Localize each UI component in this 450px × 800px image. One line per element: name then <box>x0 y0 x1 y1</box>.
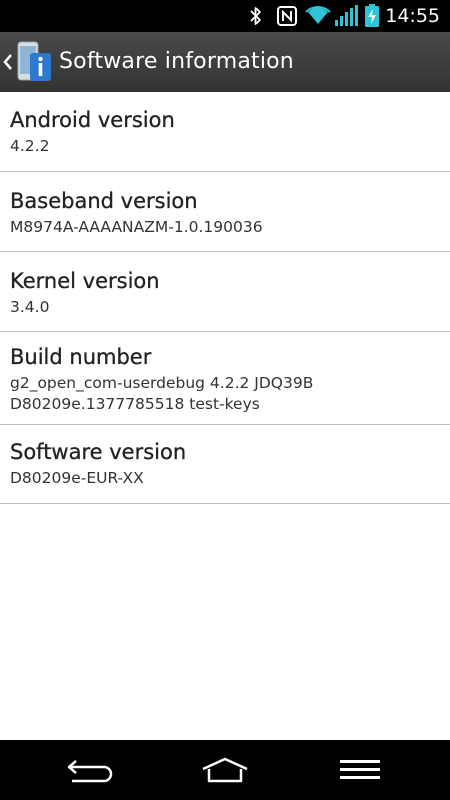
phone-info-icon <box>17 41 51 81</box>
item-value: M8974A-AAAANAZM-1.0.190036 <box>10 218 263 236</box>
home-icon <box>202 757 248 783</box>
status-time: 14:55 <box>385 5 440 27</box>
info-list: Android version 4.2.2 Baseband version M… <box>0 92 450 504</box>
wifi-icon <box>305 6 331 25</box>
bluetooth-icon <box>250 7 261 25</box>
item-title: Software version <box>10 440 187 464</box>
item-value: g2_open_com-userdebug 4.2.2 JDQ39B D8020… <box>10 374 314 413</box>
screen: 14:55 Software information Android versi… <box>0 0 450 800</box>
item-title: Baseband version <box>10 189 198 213</box>
item-title: Android version <box>10 108 175 132</box>
list-item-baseband-version[interactable]: Baseband version M8974A-AAAANAZM-1.0.190… <box>0 172 450 252</box>
action-bar: Software information <box>0 32 450 92</box>
item-value: 3.4.0 <box>10 298 50 316</box>
battery-charging-icon <box>365 4 379 27</box>
nfc-icon <box>277 6 297 26</box>
menu-icon <box>340 760 380 779</box>
signal-icon <box>335 5 358 26</box>
nav-back-button[interactable] <box>15 740 165 800</box>
list-item-build-number[interactable]: Build number g2_open_com-userdebug 4.2.2… <box>0 332 450 425</box>
list-item-android-version[interactable]: Android version 4.2.2 <box>0 92 450 172</box>
item-value: 4.2.2 <box>10 137 50 155</box>
item-value: D80209e-EUR-XX <box>10 469 144 487</box>
status-bar: 14:55 <box>0 0 450 32</box>
navigation-bar <box>0 740 450 800</box>
item-title: Kernel version <box>10 269 160 293</box>
page-title: Software information <box>59 49 294 74</box>
back-icon <box>67 760 113 783</box>
chevron-left-icon <box>3 54 12 70</box>
nav-menu-button[interactable] <box>285 740 435 800</box>
item-title: Build number <box>10 345 152 369</box>
list-item-kernel-version[interactable]: Kernel version 3.4.0 <box>0 252 450 332</box>
list-item-software-version[interactable]: Software version D80209e-EUR-XX <box>0 425 450 504</box>
up-button[interactable] <box>0 32 58 92</box>
nav-home-button[interactable] <box>150 740 300 800</box>
